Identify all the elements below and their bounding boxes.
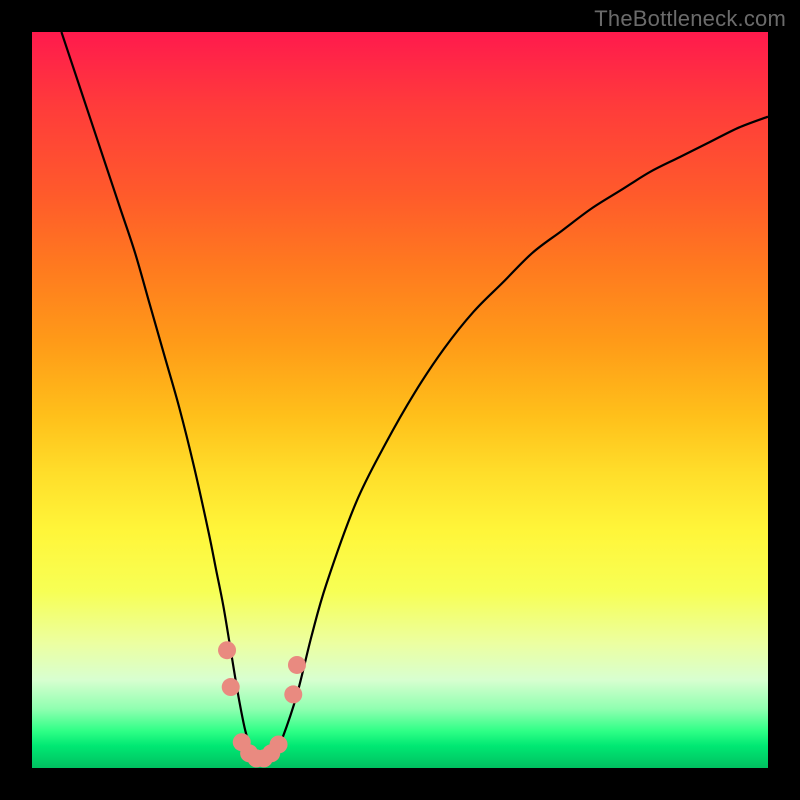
curve-markers <box>218 641 306 767</box>
curve-marker <box>218 641 236 659</box>
bottleneck-curve <box>61 32 768 762</box>
curve-marker <box>270 735 288 753</box>
chart-frame: TheBottleneck.com <box>0 0 800 800</box>
curve-marker <box>288 656 306 674</box>
curve-marker <box>284 685 302 703</box>
curve-marker <box>222 678 240 696</box>
plot-area <box>32 32 768 768</box>
bottleneck-curve-svg <box>32 32 768 768</box>
watermark-text: TheBottleneck.com <box>594 6 786 32</box>
